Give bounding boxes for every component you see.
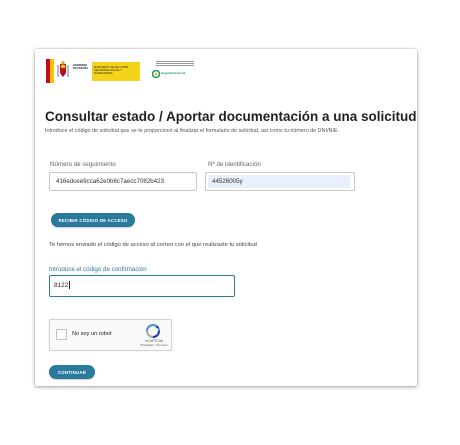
recaptcha-links[interactable]: Privacidad - Términos [139,343,169,347]
seguridad-social-logo: Seguridad Social [150,61,210,81]
coat-of-arms-icon [57,61,69,77]
confirmation-code-value: 8122 [54,282,69,289]
seguridad-social-mark-icon [152,69,160,79]
tracking-number-input[interactable]: 416edcee9cca62e0b6c7aecc7082b423 [49,172,197,191]
ministry-box: MINISTERIO DE INCLUSIÓN, SEGURIDAD SOCIA… [92,62,140,81]
seguridad-social-label: Seguridad Social [161,71,186,75]
recaptcha-label: No soy un robot [72,331,112,337]
recaptcha-logo-icon [146,324,160,338]
code-sent-message: Te hemos enviado el código de acceso al … [49,242,257,248]
continue-button[interactable]: CONTINUAR [49,365,95,379]
recaptcha-checkbox[interactable] [56,329,67,340]
tracking-number-value: 416edcee9cca62e0b6c7aecc7082b423 [56,178,165,185]
id-number-value: 44526005y [212,178,243,185]
logo-top-lines [156,61,194,66]
tracking-number-label: Número de seguimiento [50,161,116,168]
confirmation-code-input[interactable]: 8122 [49,275,235,297]
application-card: GOBIERNO DE ESPAÑA MINISTERIO DE INCLUSI… [35,49,417,386]
id-number-label: Nº de identificación [208,161,261,168]
page-title: Consultar estado / Aportar documentación… [45,109,417,124]
ministry-label: MINISTERIO DE INCLUSIÓN, SEGURIDAD SOCIA… [94,66,130,76]
confirmation-code-label: Introduce el código de confirmación [49,266,147,273]
government-label: GOBIERNO DE ESPAÑA [73,64,88,71]
page-description: Introduce el código de solicitud que se … [45,128,339,134]
receive-access-code-button[interactable]: RECIBIR CÓDIGO DE ACCESO [51,213,135,227]
id-number-input[interactable]: 44526005y [205,172,355,191]
text-caret [69,281,70,290]
recaptcha-widget: No soy un robot reCAPTCHA Privacidad - T… [49,319,172,351]
government-header: GOBIERNO DE ESPAÑA MINISTERIO DE INCLUSI… [46,59,216,83]
spain-flag-yellow [50,59,54,83]
